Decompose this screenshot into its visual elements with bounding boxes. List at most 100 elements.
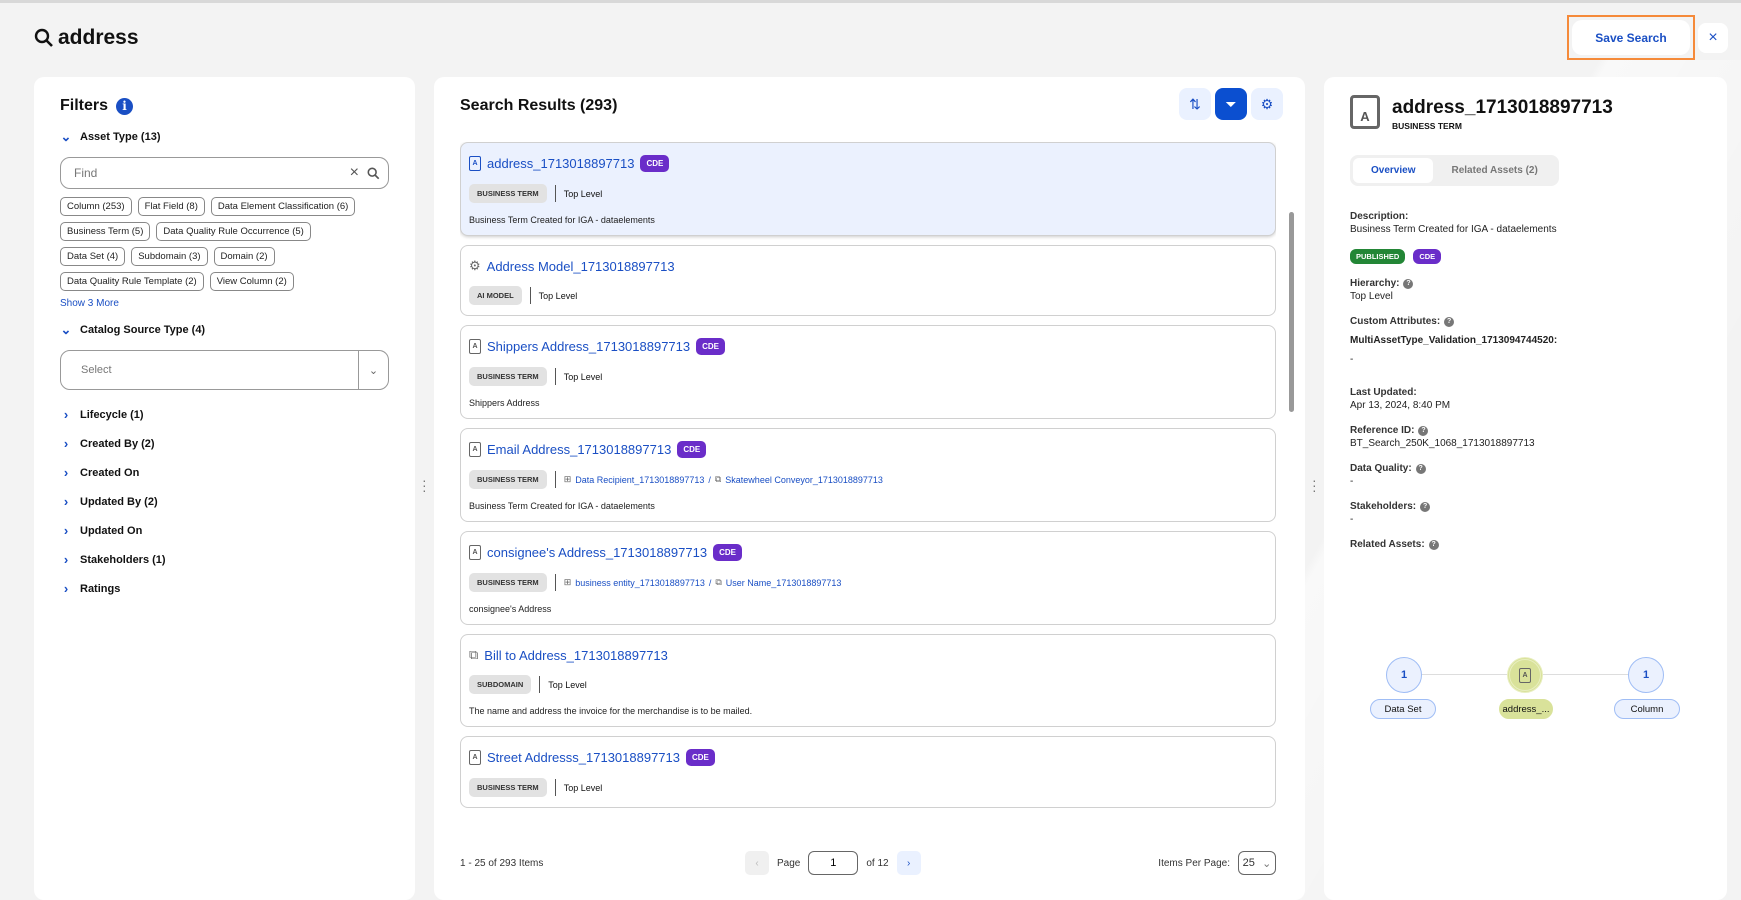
resize-handle[interactable]: · · · (422, 473, 427, 497)
result-card[interactable]: A Street Addresss_1713018897713 CDE BUSINES… (460, 736, 1276, 808)
details-panel: A address_1713018897713 BUSINESS TERM Ove… (1324, 77, 1727, 900)
catalog-source-select[interactable]: Select ⌄ (60, 350, 389, 390)
filter-label: Created By (2) (80, 437, 155, 450)
asset-type-chip[interactable]: Data Set (4) (60, 247, 126, 266)
asset-type-badge: BUSINESS TERM (469, 367, 547, 386)
hierarchy-path: Top Level (538, 290, 578, 301)
asset-type-chip[interactable]: Domain (2) (213, 247, 275, 266)
gear-icon[interactable]: ⚙ (1251, 88, 1283, 120)
divider (554, 471, 556, 488)
result-card[interactable]: A Email Address_1713018897713 CDE BUSINESS … (460, 428, 1276, 522)
related-assets-label: Related Assets: (1350, 539, 1425, 550)
save-search-button[interactable]: Save Search (1572, 20, 1690, 55)
tab-overview[interactable]: Overview (1353, 158, 1434, 183)
filter-label: Catalog Source Type (4) (80, 324, 206, 336)
search-icon (34, 28, 53, 47)
scrollbar[interactable] (1289, 212, 1294, 412)
info-icon[interactable]: i (116, 97, 134, 115)
collapsed-filters: › Lifecycle (1) › Created By (2) › Created On… (60, 400, 389, 603)
tab-related-assets[interactable]: Related Assets (2) (1433, 158, 1555, 183)
filter-section[interactable]: › Updated By (2) (60, 487, 389, 516)
close-icon[interactable]: × (1698, 23, 1728, 53)
asset-type-chip[interactable]: Data Element Classification (6) (210, 197, 356, 216)
filter-catalog-source[interactable]: ⌄ Catalog Source Type (4) (60, 314, 389, 346)
help-icon[interactable]: ? (1415, 463, 1426, 474)
filter-asset-type[interactable]: ⌄ Asset Type (13) (60, 121, 389, 153)
resize-handle[interactable]: · · · (1312, 473, 1317, 497)
items-per-page-select[interactable]: 25 ⌄ (1238, 851, 1276, 875)
filter-section[interactable]: › Created On (60, 458, 389, 487)
filter-section[interactable]: › Lifecycle (1) (60, 400, 389, 429)
top-border (0, 0, 1741, 3)
result-title-link[interactable]: Shippers Address_1713018897713 (487, 339, 690, 354)
published-badge: PUBLISHED (1350, 249, 1406, 264)
help-icon[interactable]: ? (1444, 316, 1455, 327)
subdomain-icon: ⧉ (469, 647, 479, 662)
path-link[interactable]: Skatewheel Conveyor_1713018897713 (725, 475, 883, 485)
graph-node-data-set[interactable]: 1 (1386, 657, 1422, 693)
chevron-right-icon: › (63, 581, 69, 596)
hierarchy-label: Hierarchy: (1350, 278, 1400, 289)
filter-section[interactable]: › Stakeholders (1) (60, 545, 389, 574)
stakeholders-value: - (1350, 514, 1354, 525)
help-icon[interactable]: ? (1428, 539, 1439, 550)
asset-type-chip[interactable]: Flat Field (8) (137, 197, 205, 216)
result-card[interactable]: ⚙ Address Model_1713018897713 AI MODEL Top … (460, 245, 1276, 316)
next-page-button[interactable]: › (896, 851, 921, 875)
filter-section[interactable]: › Updated On (60, 516, 389, 545)
business-term-icon: A (469, 339, 481, 354)
result-card[interactable]: A Shippers Address_1713018897713 CDE BUSINE… (460, 325, 1276, 419)
sort-icon[interactable]: ⇅ (1179, 88, 1211, 120)
cde-badge: CDE (713, 544, 742, 561)
chevron-right-icon: › (63, 494, 69, 509)
prev-page-button[interactable]: ‹ (745, 851, 769, 875)
graph-node-column[interactable]: 1 (1628, 657, 1664, 693)
custom-attribute-value: - (1350, 354, 1354, 365)
help-icon[interactable]: ? (1418, 425, 1429, 436)
path-link[interactable]: Data Recipient_1713018897713 (575, 475, 704, 485)
path-link[interactable]: business entity_1713018897713 (575, 578, 705, 588)
result-description: Business Term Created for IGA - dataelem… (469, 215, 655, 225)
filter-label: Ratings (80, 582, 121, 595)
clear-icon[interactable]: × (350, 164, 359, 182)
result-card[interactable]: Aaddress_1713018897713 CDE BUSINESS TERM To… (460, 142, 1276, 236)
filter-section[interactable]: › Ratings (60, 574, 389, 603)
result-card[interactable]: ⧉ Bill to Address_1713018897713 SUBDOMAIN T… (460, 634, 1276, 727)
asset-type-chip[interactable]: Column (253) (60, 197, 132, 216)
help-icon[interactable]: ? (1403, 278, 1414, 289)
asset-name: address_1713018897713 (1392, 97, 1613, 118)
detail-tabs: Overview Related Assets (2) (1350, 155, 1559, 186)
result-title-link[interactable]: Address Model_1713018897713 (487, 259, 675, 274)
result-title-link[interactable]: consignee's Address_1713018897713 (487, 545, 707, 560)
data-quality-value: - (1350, 476, 1354, 487)
chevron-down-icon: ⌄ (1262, 857, 1272, 870)
domain-icon: ⊞ (563, 577, 572, 587)
graph-node-center[interactable]: A (1507, 657, 1543, 693)
page-input[interactable] (808, 851, 859, 875)
help-icon[interactable]: ? (1420, 501, 1431, 512)
path-link[interactable]: User Name_1713018897713 (726, 578, 842, 588)
cde-badge: CDE (686, 749, 715, 766)
chevron-down-icon[interactable]: ⌄ (358, 351, 388, 389)
result-title-link[interactable]: address_1713018897713 (487, 156, 634, 171)
asset-type-chip[interactable]: View Column (2) (209, 272, 294, 291)
select-placeholder: Select (81, 364, 112, 376)
asset-type-chip[interactable]: Data Quality Rule Occurrence (5) (156, 222, 311, 241)
asset-type-chip[interactable]: Business Term (5) (60, 222, 151, 241)
description-value: Business Term Created for IGA - dataelem… (1350, 224, 1557, 235)
asset-type-chip[interactable]: Subdomain (3) (131, 247, 208, 266)
result-title-link[interactable]: Bill to Address_1713018897713 (484, 648, 668, 663)
show-more-link[interactable]: Show 3 More (60, 298, 389, 309)
asset-type-chip[interactable]: Data Quality Rule Template (2) (60, 272, 204, 291)
divider (554, 779, 556, 796)
filter-section[interactable]: › Created By (2) (60, 429, 389, 458)
result-title-link[interactable]: Street Addresss_1713018897713 (487, 750, 680, 765)
description-label: Description: (1350, 211, 1409, 222)
result-card[interactable]: Aconsignee's Address_1713018897713 CDE BUS… (460, 531, 1276, 625)
result-title-link[interactable]: Email Address_1713018897713 (487, 442, 671, 457)
divider (554, 185, 556, 202)
asset-type-find-input[interactable]: Find × (60, 157, 389, 189)
search-icon[interactable] (367, 167, 380, 180)
filter-icon[interactable]: ⏷ (1215, 88, 1247, 120)
search-query: address (58, 26, 139, 49)
